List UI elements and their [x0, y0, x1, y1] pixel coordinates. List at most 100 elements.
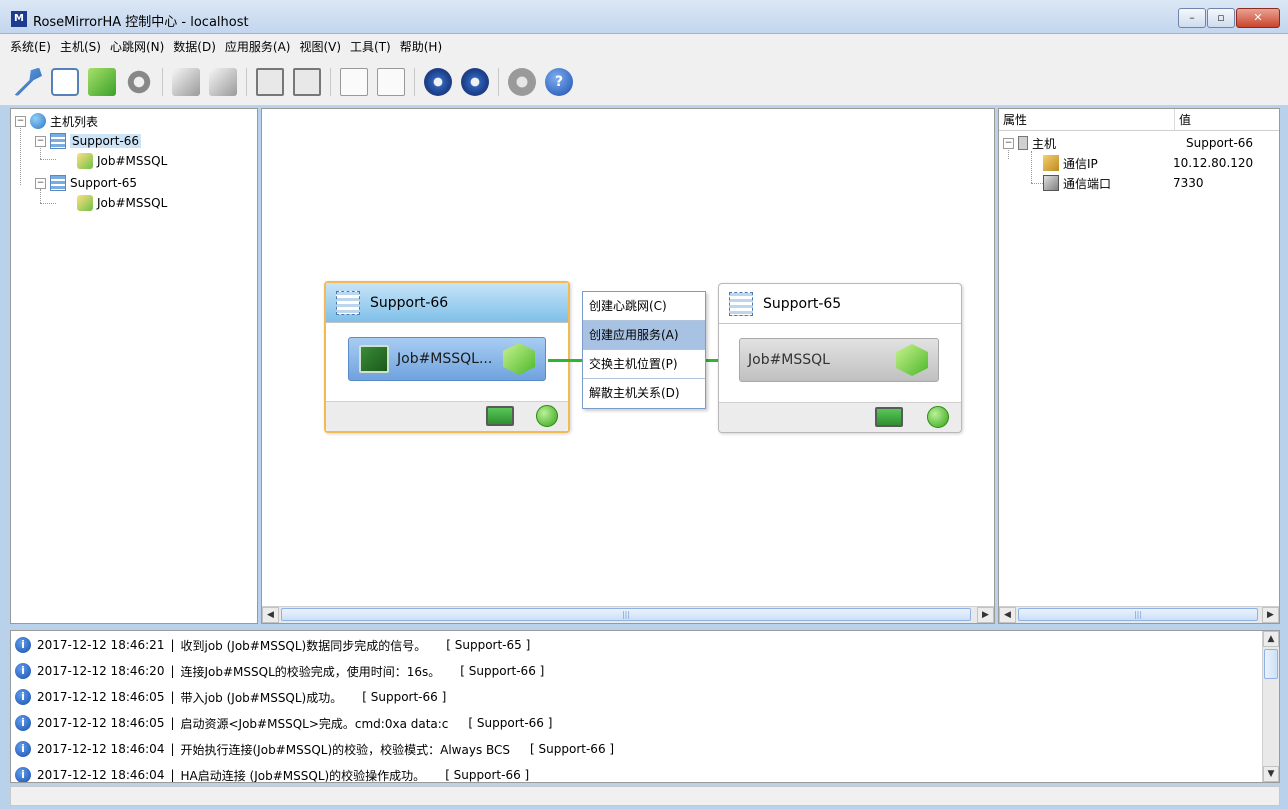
log-entry: i 2017-12-12 18:46:05 | 启动资源<Job#MSSQL>完…: [11, 711, 552, 735]
tree-root-label: 主机列表: [50, 114, 99, 129]
scroll-thumb[interactable]: [1264, 649, 1278, 679]
job-label: Job#MSSQL: [748, 352, 830, 368]
cube-icon[interactable]: [209, 67, 237, 96]
monitor-icon[interactable]: [256, 67, 284, 96]
log-entry: i 2017-12-12 18:46:04 | HA启动连接 (Job#MSSQ…: [11, 763, 530, 782]
host-card-footer: [719, 402, 961, 432]
log-message: 开始执行连接(Job#MSSQL)的校验，校验模式：Always BCS: [180, 742, 511, 757]
collapse-icon[interactable]: −: [35, 177, 46, 189]
tree-connector: [1031, 183, 1043, 184]
property-group-row[interactable]: − 主机 Support-66: [1003, 133, 1277, 153]
help-icon[interactable]: ?: [545, 67, 573, 96]
scroll-right-icon[interactable]: ▶: [1262, 607, 1279, 623]
column-header-value[interactable]: 值: [1175, 109, 1279, 130]
status-bar: [10, 786, 1280, 806]
window-controls: – ▫ ✕: [1177, 8, 1280, 28]
column-header-property[interactable]: 属性: [999, 109, 1175, 130]
scroll-right-icon[interactable]: ▶: [977, 607, 994, 623]
job-box[interactable]: Job#MSSQL: [739, 338, 939, 382]
package-icon[interactable]: [88, 67, 116, 96]
collapse-icon[interactable]: −: [15, 115, 26, 127]
property-row[interactable]: 通信IP 10.12.80.120: [1043, 153, 1277, 173]
menu-view[interactable]: 视图(V): [299, 38, 341, 55]
tree-host[interactable]: − Support-65: [35, 173, 137, 193]
cube-icon[interactable]: [172, 67, 200, 96]
menu-item-create-app-service[interactable]: 创建应用服务(A): [583, 321, 705, 350]
gauge-icon[interactable]: [461, 67, 489, 96]
menu-heartbeat[interactable]: 心跳网(N): [110, 38, 164, 55]
scroll-up-icon[interactable]: ▲: [1263, 631, 1279, 647]
computer-icon: [1018, 136, 1028, 150]
menu-host[interactable]: 主机(S): [60, 38, 101, 55]
scroll-thumb[interactable]: |||: [1018, 608, 1258, 621]
gauge-icon[interactable]: [424, 67, 452, 96]
menu-item-dissolve-relation[interactable]: 解散主机关系(D): [583, 379, 705, 408]
toolbar: ?: [0, 58, 1288, 106]
log-entry: i 2017-12-12 18:46:21 | 收到job (Job#MSSQL…: [11, 633, 530, 657]
gear-icon[interactable]: [125, 67, 153, 96]
log-time: 2017-12-12 18:46:04: [37, 768, 165, 782]
tree-connector: [40, 159, 56, 160]
log-message: 连接Job#MSSQL的校验完成，使用时间：16s。: [180, 664, 441, 679]
log-host: [ Support-66 ]: [445, 768, 530, 782]
log-entry: i 2017-12-12 18:46:04 | 开始执行连接(Job#MSSQL…: [11, 737, 614, 761]
menu-item-create-heartbeat[interactable]: 创建心跳网(C): [583, 292, 705, 321]
host-card-header: Support-66: [326, 283, 568, 323]
toolbar-separator: [330, 67, 331, 96]
info-icon: i: [15, 663, 31, 679]
status-online-icon: [927, 406, 949, 428]
collapse-icon[interactable]: −: [1003, 137, 1014, 149]
menu-help[interactable]: 帮助(H): [400, 38, 442, 55]
info-icon: i: [15, 689, 31, 705]
toolbar-separator: [246, 67, 247, 96]
scroll-track[interactable]: |||: [279, 607, 977, 623]
property-row[interactable]: 通信端口 7330: [1043, 173, 1277, 193]
menu-system[interactable]: 系统(E): [10, 38, 51, 55]
document-icon[interactable]: [340, 67, 368, 96]
tree-connector: [1031, 151, 1032, 183]
host-card-support-66[interactable]: Support-66 Job#MSSQL...: [324, 281, 570, 433]
log-host: [ Support-66 ]: [362, 690, 447, 704]
scroll-track[interactable]: |||: [1016, 607, 1262, 623]
collapse-icon[interactable]: −: [35, 135, 46, 147]
maximize-button[interactable]: ▫: [1207, 8, 1235, 28]
log-entry: i 2017-12-12 18:46:05 | 带入job (Job#MSSQL…: [11, 685, 446, 709]
connection-line: [548, 359, 582, 362]
window-title: RoseMirrorHA 控制中心 - localhost: [33, 15, 249, 30]
scroll-left-icon[interactable]: ◀: [262, 607, 279, 623]
log-host: [ Support-65 ]: [446, 638, 531, 652]
horizontal-scrollbar[interactable]: ◀ ||| ▶: [262, 606, 994, 623]
horizontal-scrollbar[interactable]: ◀ ||| ▶: [999, 606, 1279, 623]
tree-job[interactable]: Job#MSSQL: [77, 193, 167, 213]
menu-data[interactable]: 数据(D): [173, 38, 216, 55]
server-icon: [50, 133, 66, 149]
tree-job[interactable]: Job#MSSQL: [77, 151, 167, 171]
scroll-down-icon[interactable]: ▼: [1263, 766, 1279, 782]
host-list-icon: [30, 113, 46, 129]
job-icon: [77, 195, 93, 211]
log-separator: |: [170, 664, 175, 678]
topology-panel: Support-66 Job#MSSQL... Support-65 Job#M…: [261, 108, 995, 624]
host-card-header: Support-65: [719, 284, 961, 324]
network-card-icon: [486, 406, 514, 426]
scroll-left-icon[interactable]: ◀: [999, 607, 1016, 623]
vertical-scrollbar[interactable]: ▲ ▼: [1262, 631, 1279, 782]
window-icon[interactable]: [51, 67, 79, 96]
minimize-button[interactable]: –: [1178, 8, 1206, 28]
cube-icon: [503, 343, 535, 375]
host-card-support-65[interactable]: Support-65 Job#MSSQL: [718, 283, 962, 433]
log-separator: |: [170, 690, 175, 704]
menu-tools[interactable]: 工具(T): [350, 38, 391, 55]
scroll-thumb[interactable]: |||: [281, 608, 971, 621]
server-icon: [50, 175, 66, 191]
job-box[interactable]: Job#MSSQL...: [348, 337, 546, 381]
tree-root[interactable]: − 主机列表: [15, 111, 98, 131]
menu-app-service[interactable]: 应用服务(A): [225, 38, 291, 55]
menu-item-swap-hosts[interactable]: 交换主机位置(P): [583, 350, 705, 379]
monitor-icon[interactable]: [293, 67, 321, 96]
disabled-icon: [508, 67, 536, 96]
tree-host[interactable]: − Support-66: [35, 131, 142, 151]
document-icon[interactable]: [377, 67, 405, 96]
close-button[interactable]: ✕: [1236, 8, 1280, 28]
key-icon[interactable]: [14, 67, 42, 96]
